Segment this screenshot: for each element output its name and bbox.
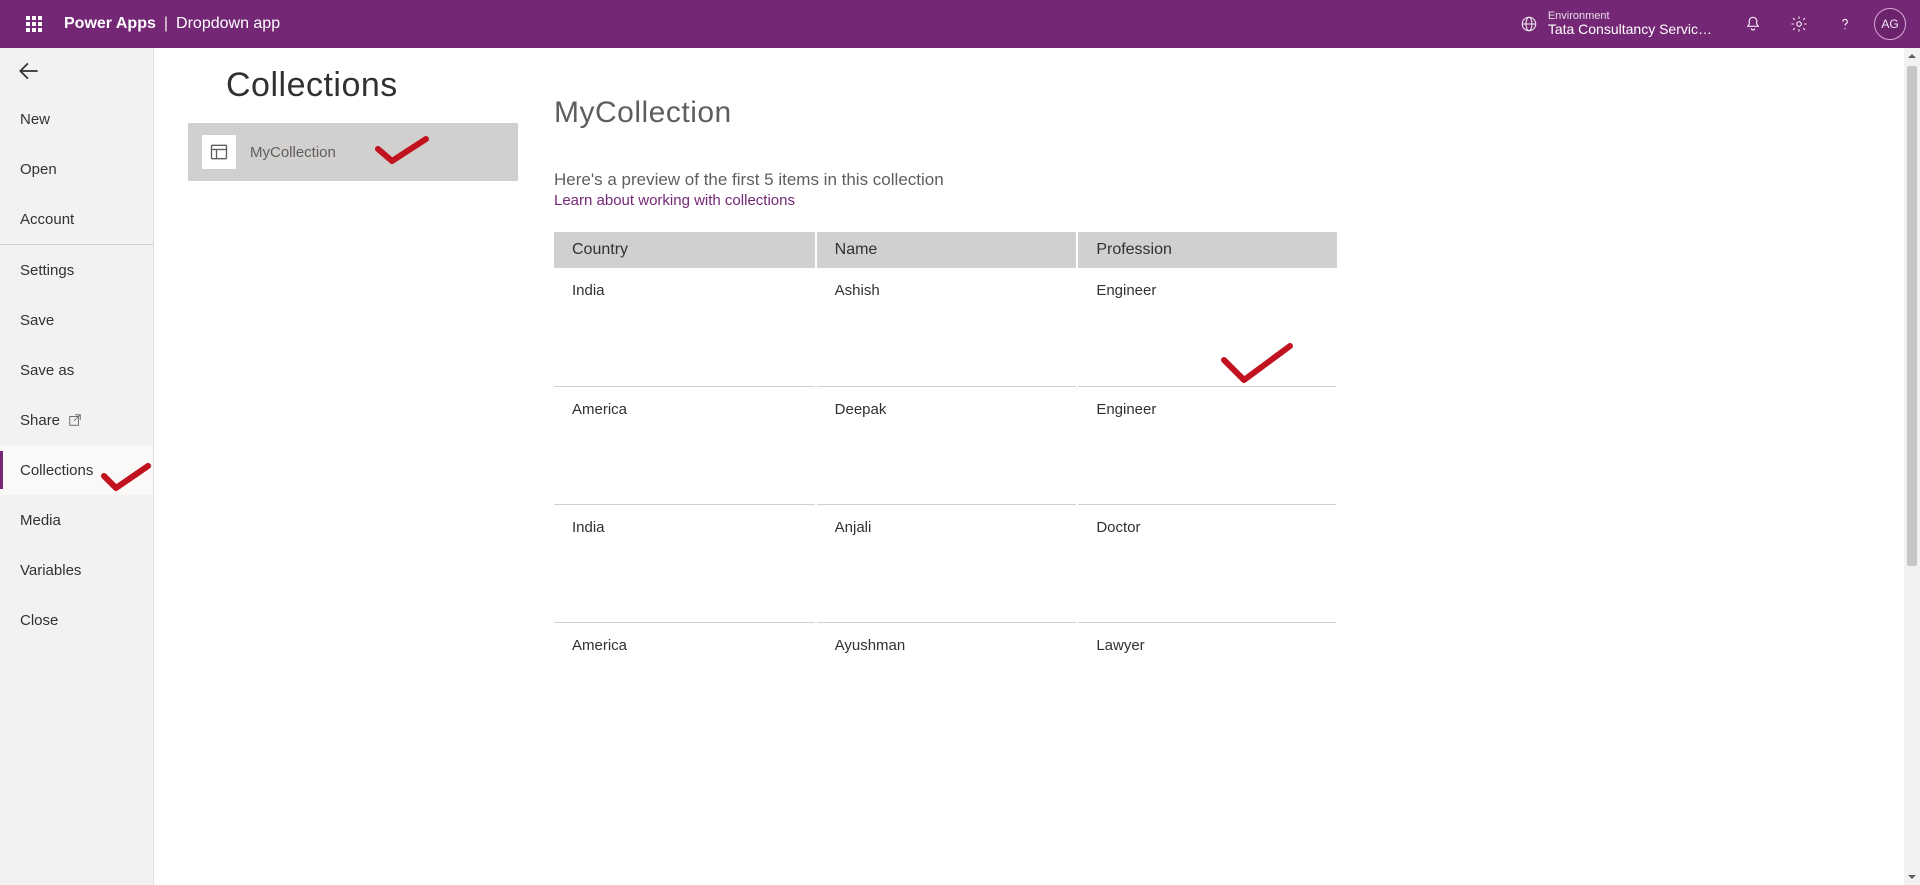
nav-label: Settings — [20, 262, 74, 279]
nav-label: Collections — [20, 462, 93, 479]
nav-item-variables[interactable]: Variables — [0, 545, 153, 595]
table-header-row: Country Name Profession — [554, 232, 1337, 268]
question-icon — [1836, 15, 1854, 33]
table-row[interactable]: India Ashish Engineer — [554, 268, 1337, 386]
globe-icon — [1520, 15, 1538, 33]
table-row[interactable]: America Ayushman Lawyer — [554, 622, 1337, 740]
collection-icon — [202, 135, 236, 169]
nav-label: Share — [20, 412, 60, 429]
cell-country: America — [554, 386, 816, 504]
help-button[interactable] — [1822, 0, 1868, 48]
collection-item-mycollection[interactable]: MyCollection — [188, 123, 518, 181]
learn-link[interactable]: Learn about working with collections — [554, 192, 795, 209]
page-scrollbar[interactable] — [1904, 48, 1920, 885]
cell-country: America — [554, 622, 816, 740]
nav-item-share[interactable]: Share — [0, 395, 153, 445]
scroll-up-icon[interactable] — [1904, 48, 1920, 64]
nav-label: Media — [20, 512, 61, 529]
back-button[interactable] — [0, 48, 153, 94]
nav-item-save-as[interactable]: Save as — [0, 345, 153, 395]
environment-value: Tata Consultancy Servic… — [1548, 22, 1712, 37]
gear-icon — [1790, 15, 1808, 33]
annotation-check-icon — [374, 135, 430, 174]
app-name: Dropdown app — [176, 15, 280, 33]
nav-label: New — [20, 111, 50, 128]
collection-data-table: Country Name Profession India Ashish Eng… — [554, 232, 1338, 740]
nav-label: Save — [20, 312, 54, 329]
nav-label: Close — [20, 612, 58, 629]
brand-label[interactable]: Power Apps — [64, 15, 156, 33]
page-title: Collections — [154, 48, 518, 123]
nav-item-collections[interactable]: Collections — [0, 445, 153, 495]
nav-item-account[interactable]: Account — [0, 194, 153, 244]
scroll-thumb[interactable] — [1907, 66, 1917, 566]
cell-profession: Lawyer — [1077, 622, 1337, 740]
environment-label: Environment — [1548, 10, 1712, 22]
nav-label: Variables — [20, 562, 81, 579]
collection-item-label: MyCollection — [250, 144, 336, 161]
collections-list-pane: Collections MyCollection — [154, 48, 518, 885]
nav-label: Open — [20, 161, 57, 178]
nav-item-close[interactable]: Close — [0, 595, 153, 645]
cell-name: Anjali — [816, 504, 1078, 622]
cell-country: India — [554, 504, 816, 622]
notifications-button[interactable] — [1730, 0, 1776, 48]
user-avatar[interactable]: AG — [1874, 8, 1906, 40]
external-link-icon — [68, 413, 82, 427]
column-header-profession[interactable]: Profession — [1077, 232, 1337, 268]
cell-name: Ayushman — [816, 622, 1078, 740]
environment-selector[interactable]: Environment Tata Consultancy Servic… — [1520, 10, 1712, 37]
app-header: Power Apps | Dropdown app Environment Ta… — [0, 0, 1920, 48]
collection-title: MyCollection — [554, 96, 1920, 130]
nav-item-media[interactable]: Media — [0, 495, 153, 545]
back-arrow-icon — [16, 58, 42, 84]
bell-icon — [1744, 15, 1762, 33]
column-header-name[interactable]: Name — [816, 232, 1078, 268]
nav-item-open[interactable]: Open — [0, 144, 153, 194]
nav-item-save[interactable]: Save — [0, 295, 153, 345]
cell-profession: Engineer — [1077, 386, 1337, 504]
app-launcher-icon[interactable] — [10, 0, 58, 48]
nav-item-new[interactable]: New — [0, 94, 153, 144]
left-nav: New Open Account Settings Save Save as S… — [0, 48, 154, 885]
nav-label: Account — [20, 211, 74, 228]
column-header-country[interactable]: Country — [554, 232, 816, 268]
avatar-initials: AG — [1881, 17, 1898, 31]
preview-description: Here's a preview of the first 5 items in… — [554, 170, 1920, 190]
cell-profession: Doctor — [1077, 504, 1337, 622]
settings-button[interactable] — [1776, 0, 1822, 48]
nav-label: Save as — [20, 362, 74, 379]
table-row[interactable]: India Anjali Doctor — [554, 504, 1337, 622]
header-separator: | — [164, 15, 168, 33]
collection-detail-pane: MyCollection Here's a preview of the fir… — [518, 48, 1920, 885]
cell-name: Ashish — [816, 268, 1078, 386]
table-row[interactable]: America Deepak Engineer — [554, 386, 1337, 504]
scroll-down-icon[interactable] — [1904, 869, 1920, 885]
cell-country: India — [554, 268, 816, 386]
cell-profession: Engineer — [1077, 268, 1337, 386]
nav-item-settings[interactable]: Settings — [0, 245, 153, 295]
cell-name: Deepak — [816, 386, 1078, 504]
